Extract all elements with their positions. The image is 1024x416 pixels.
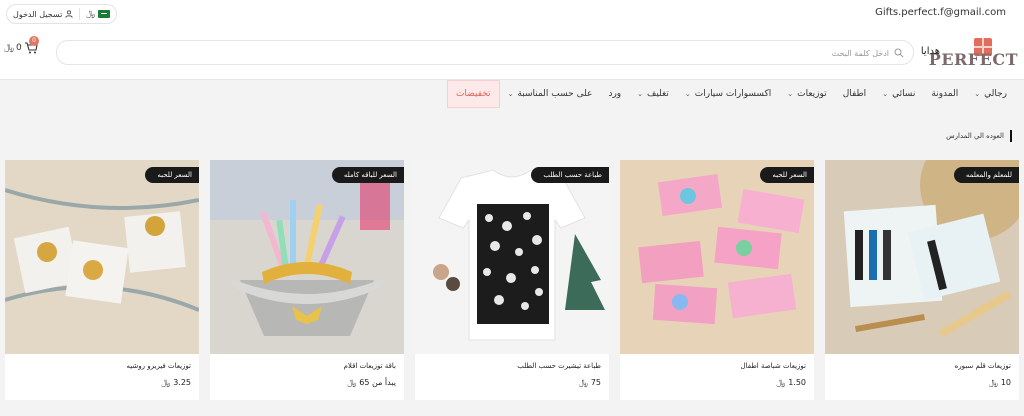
login-link[interactable]: تسجيل الدخول: [13, 10, 73, 19]
product-card[interactable]: طباعة حسب الطلب طباعة تيشيرت حسب الطلب 7…: [415, 160, 609, 400]
nav-item-sale[interactable]: تخفيضات: [446, 80, 500, 108]
ferrero-rocher-image: [5, 160, 199, 354]
product-card[interactable]: السعر للباقه كامله باقة توزيعات اقلام يب…: [210, 160, 404, 400]
cart-total: 0: [15, 43, 22, 53]
nav-label: اكسسوارات سيارات: [694, 89, 772, 99]
price-value: 10: [1000, 378, 1011, 387]
product-image[interactable]: السعر للباقه كامله: [210, 160, 404, 354]
product-title[interactable]: توزيعات قلم سبوره: [955, 362, 1011, 370]
header: PERFECT هدايا ﷼ 0 0: [0, 28, 1024, 80]
product-tag: للمعلم والمعلمه: [953, 167, 1019, 183]
product-image[interactable]: السعر للحبه: [620, 160, 814, 354]
product-tag: طباعة حسب الطلب: [531, 167, 609, 183]
chevron-down-icon: ⌄: [507, 90, 514, 98]
chevron-down-icon: ⌄: [974, 90, 981, 98]
product-card[interactable]: للمعلم والمعلمه توزيعات قلم سبوره 10 ﷼: [825, 160, 1019, 400]
price-value: يبدأ من 65: [359, 378, 396, 387]
section-title: العوده الي المدارس: [946, 130, 1012, 142]
nav-item-car-accessories[interactable]: اكسسوارات سيارات ⌄: [677, 80, 779, 108]
product-price: 75 ﷼: [579, 378, 601, 388]
product-tag: السعر للحبه: [145, 167, 199, 183]
product-tag: السعر للحبه: [760, 167, 814, 183]
account-currency-pill: تسجيل الدخول ﷼: [6, 4, 118, 24]
login-label: تسجيل الدخول: [13, 9, 63, 19]
price-value: 1.50: [788, 378, 806, 387]
product-price: 10 ﷼: [989, 378, 1011, 388]
product-price: 3.25 ﷼: [161, 378, 191, 388]
nav-label: ورد: [608, 89, 622, 99]
chevron-down-icon: ⌄: [882, 90, 889, 98]
site-logo[interactable]: PERFECT: [929, 38, 1018, 70]
price-value: 75: [590, 378, 601, 387]
currency-language-selector[interactable]: ﷼: [86, 9, 111, 19]
divider: [79, 8, 81, 20]
top-bar: Gifts.perfect.f@gmail.com تسجيل الدخول ﷼: [0, 0, 1024, 28]
logo-text: PERFECT: [928, 50, 1018, 69]
product-card[interactable]: السعر للحبه توزيعات فيريرو روشيه 3.25 ﷼: [5, 160, 199, 400]
cart-button[interactable]: ﷼ 0 0: [4, 36, 39, 54]
chevron-down-icon: ⌄: [684, 90, 691, 98]
nav-label: توزيعات: [797, 89, 827, 99]
currency-symbol: ﷼: [988, 378, 998, 387]
chevron-down-icon: ⌄: [637, 90, 644, 98]
nav-label: اطفال: [842, 89, 867, 99]
nav-item-men[interactable]: رجالي ⌄: [966, 80, 1015, 108]
currency-symbol: ﷼: [776, 378, 786, 387]
saudi-flag-icon: [98, 10, 111, 18]
contact-email[interactable]: Gifts.perfect.f@gmail.com: [875, 7, 1006, 18]
product-image[interactable]: السعر للحبه: [5, 160, 199, 354]
currency-symbol: ﷼: [86, 9, 96, 18]
product-price: 1.50 ﷼: [776, 378, 806, 388]
chevron-down-icon: ⌄: [787, 90, 794, 98]
nav-label: رجالي: [984, 89, 1007, 99]
cart-count-badge: 0: [29, 36, 39, 46]
search-icon[interactable]: [894, 48, 904, 58]
whiteboard-markers-image: [825, 160, 1019, 354]
product-price: يبدأ من 65 ﷼: [347, 378, 396, 388]
nav-label: تخفيضات: [455, 89, 491, 99]
nav-label: تغليف: [647, 89, 669, 99]
search-input[interactable]: [109, 45, 889, 61]
cart-currency: ﷼: [4, 43, 14, 53]
nav-item-kids[interactable]: اطفال: [835, 80, 875, 108]
product-title[interactable]: طباعة تيشيرت حسب الطلب: [517, 362, 601, 370]
printed-tshirt-image: [415, 160, 609, 354]
pen-bouquet-image: [210, 160, 404, 354]
nav-item-blog[interactable]: المدونة: [923, 80, 966, 108]
currency-symbol: ﷼: [161, 378, 171, 387]
nav-item-occasions[interactable]: على حسب المناسبة ⌄: [500, 80, 601, 108]
user-icon: [65, 10, 73, 18]
nav-label: المدونة: [931, 89, 959, 99]
gifts-category-label[interactable]: هدايا: [921, 46, 940, 57]
currency-symbol: ﷼: [347, 378, 357, 387]
hair-clips-image: [620, 160, 814, 354]
product-image[interactable]: طباعة حسب الطلب: [415, 160, 609, 354]
nav-item-women[interactable]: نسائي ⌄: [874, 80, 923, 108]
product-card[interactable]: السعر للحبه توزيعات شباصة اطفال 1.50 ﷼: [620, 160, 814, 400]
product-title[interactable]: توزيعات شباصة اطفال: [740, 362, 806, 370]
product-title[interactable]: باقة توزيعات اقلام: [344, 362, 396, 370]
nav-item-wrapping[interactable]: تغليف ⌄: [629, 80, 677, 108]
nav-item-giveaways[interactable]: توزيعات ⌄: [779, 80, 834, 108]
product-tag: السعر للباقه كامله: [331, 167, 404, 183]
nav-label: نسائي: [892, 89, 916, 99]
price-value: 3.25: [173, 378, 191, 387]
nav-label: على حسب المناسبة: [517, 89, 593, 99]
currency-symbol: ﷼: [578, 378, 588, 387]
product-title[interactable]: توزيعات فيريرو روشيه: [127, 362, 191, 370]
nav-item-flowers[interactable]: ورد: [600, 80, 629, 108]
search-bar: [56, 40, 914, 65]
product-image[interactable]: للمعلم والمعلمه: [825, 160, 1019, 354]
main-nav: رجالي ⌄ المدونة نسائي ⌄ اطفال توزيعات ⌄ اكس…: [0, 80, 1024, 108]
